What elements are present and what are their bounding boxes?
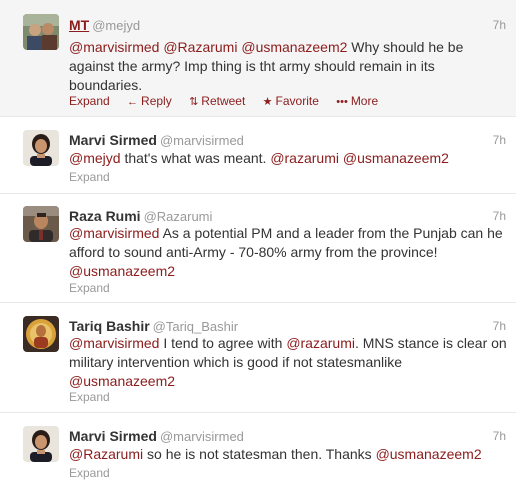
tweet-item[interactable]: Marvi Sirmed @marvisirmed 7h @Razarumi so… — [0, 413, 516, 484]
author-username[interactable]: @mejyd — [92, 18, 140, 33]
star-icon: ★ — [262, 96, 273, 108]
mention-link[interactable]: @marvisirmed — [69, 225, 159, 241]
tweet-header: MT @mejyd 7h — [69, 16, 506, 35]
tweet-item[interactable]: MT @mejyd 7h @marvisirmed @Razarumi @usma… — [0, 0, 516, 117]
avatar[interactable] — [23, 426, 59, 462]
mention-link[interactable]: @razarumi — [286, 335, 355, 351]
author-name[interactable]: Tariq Bashir — [69, 318, 150, 334]
expand-link[interactable]: Expand — [69, 280, 110, 296]
tweet-text: @marvisirmed As a potential PM and a lea… — [69, 225, 503, 279]
author-username[interactable]: @marvisirmed — [160, 133, 244, 148]
tweet-text: @marvisirmed I tend to agree with @razar… — [69, 335, 507, 389]
tweet-timeline: MT @mejyd 7h @marvisirmed @Razarumi @usma… — [0, 0, 516, 484]
retweet-button[interactable]: ⇅ Retweet — [189, 94, 245, 108]
author-username[interactable]: @marvisirmed — [160, 429, 244, 444]
author-name[interactable]: Marvi Sirmed — [69, 132, 157, 148]
more-button[interactable]: ••• More — [336, 94, 378, 108]
expand-link[interactable]: Expand — [69, 465, 110, 481]
tweet-text: @mejyd that's what was meant. @razarumi … — [69, 150, 449, 166]
more-dots-icon: ••• — [336, 96, 348, 108]
mention-link[interactable]: @marvisirmed — [69, 39, 159, 55]
tweet-timestamp[interactable]: 7h — [493, 317, 506, 335]
tweet-timestamp[interactable]: 7h — [493, 427, 506, 445]
mention-link[interactable]: @razarumi — [270, 150, 339, 166]
tweet-header: Marvi Sirmed @marvisirmed 7h — [69, 427, 506, 446]
tweet-text: @marvisirmed @Razarumi @usmanazeem2 Why … — [69, 39, 464, 93]
reply-arrow-icon: ← — [127, 96, 139, 108]
avatar[interactable] — [23, 130, 59, 166]
mention-link[interactable]: @mejyd — [69, 150, 121, 166]
author-name[interactable]: Raza Rumi — [69, 208, 141, 224]
avatar[interactable] — [23, 206, 59, 242]
tweet-actions: Expand ← Reply ⇅ Retweet ★ Favorite ••• More — [69, 93, 392, 110]
mention-link[interactable]: @usmanazeem2 — [69, 373, 175, 389]
expand-link[interactable]: Expand — [69, 169, 110, 185]
tweet-timestamp[interactable]: 7h — [493, 131, 506, 149]
mention-link[interactable]: @Razarumi — [163, 39, 237, 55]
avatar[interactable] — [23, 316, 59, 352]
tweet-item[interactable]: Marvi Sirmed @marvisirmed 7h @mejyd that'… — [0, 117, 516, 194]
author-username[interactable]: @Razarumi — [144, 209, 213, 224]
mention-link[interactable]: @Razarumi — [69, 446, 143, 462]
author-name[interactable]: MT — [69, 17, 89, 33]
reply-button[interactable]: ← Reply — [127, 94, 172, 108]
favorite-button[interactable]: ★ Favorite — [263, 94, 319, 108]
mention-link[interactable]: @usmanazeem2 — [69, 263, 175, 279]
mention-link[interactable]: @usmanazeem2 — [343, 150, 449, 166]
expand-link[interactable]: Expand — [69, 389, 110, 405]
tweet-item[interactable]: Tariq Bashir @Tariq_Bashir 7h @marvisirme… — [0, 303, 516, 413]
tweet-header: Marvi Sirmed @marvisirmed 7h — [69, 131, 506, 150]
tweet-timestamp[interactable]: 7h — [493, 207, 506, 225]
avatar[interactable] — [23, 14, 59, 50]
tweet-timestamp[interactable]: 7h — [493, 16, 506, 34]
mention-link[interactable]: @marvisirmed — [69, 335, 159, 351]
mention-link[interactable]: @usmanazeem2 — [376, 446, 482, 462]
mention-link[interactable]: @usmanazeem2 — [241, 39, 347, 55]
tweet-item[interactable]: Raza Rumi @Razarumi 7h @marvisirmed As a … — [0, 194, 516, 303]
author-username[interactable]: @Tariq_Bashir — [153, 319, 238, 334]
tweet-text: @Razarumi so he is not statesman then. T… — [69, 446, 482, 462]
retweet-icon: ⇅ — [189, 96, 199, 108]
author-name[interactable]: Marvi Sirmed — [69, 428, 157, 444]
expand-link[interactable]: Expand — [69, 94, 110, 108]
